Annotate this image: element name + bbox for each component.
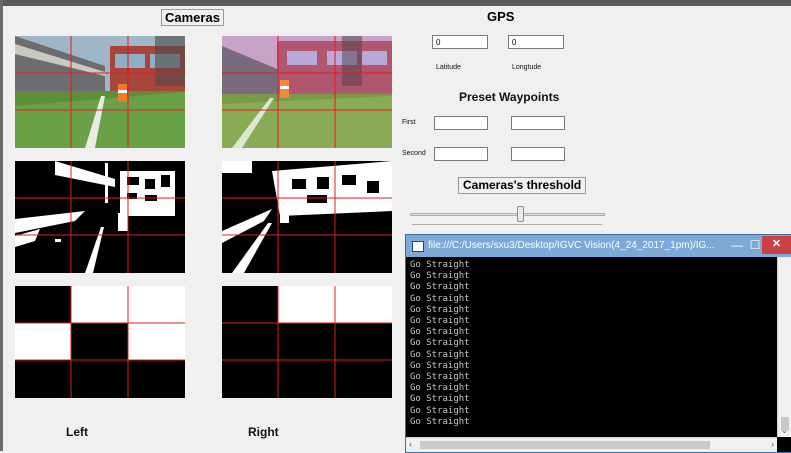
threshold-group-title: Cameras's threshold bbox=[458, 177, 587, 194]
console-line: Go Straight bbox=[410, 327, 470, 338]
console-vertical-scrollbar[interactable]: ⌄ bbox=[777, 257, 791, 437]
first-waypoint-label: First bbox=[402, 119, 416, 126]
left-camera-raw-image bbox=[15, 36, 185, 148]
console-horizontal-scrollbar[interactable]: ‹ › bbox=[406, 437, 777, 452]
latitude-input[interactable]: 0 bbox=[432, 35, 488, 49]
console-title-bar[interactable]: file:///C:/Users/sxu3/Desktop/IGVC Visio… bbox=[406, 235, 791, 257]
latitude-label: Latitude bbox=[436, 64, 461, 71]
second-waypoint-lat-input[interactable] bbox=[434, 147, 488, 161]
console-line: Go Straight bbox=[410, 349, 470, 360]
console-line: Go Straight bbox=[410, 316, 470, 327]
console-line: Go Straight bbox=[410, 304, 470, 315]
console-line: Go Straight bbox=[410, 405, 470, 416]
left-camera-occupancy-grid bbox=[15, 286, 185, 398]
left-camera-label: Left bbox=[66, 425, 88, 439]
scroll-left-icon[interactable]: ‹ bbox=[409, 439, 412, 449]
console-title-text: file:///C:/Users/sxu3/Desktop/IGVC Visio… bbox=[428, 240, 715, 251]
second-waypoint-label: Second bbox=[402, 150, 426, 157]
scroll-down-icon[interactable]: ⌄ bbox=[781, 426, 788, 435]
right-camera-threshold-image bbox=[222, 161, 392, 273]
console-line: Go Straight bbox=[410, 260, 470, 270]
horizontal-scroll-thumb[interactable] bbox=[420, 441, 710, 449]
right-camera-occupancy-grid bbox=[222, 286, 392, 398]
console-app-icon bbox=[412, 241, 424, 252]
window-left-border bbox=[0, 0, 3, 451]
gps-group-title: GPS bbox=[487, 9, 515, 24]
second-waypoint-lon-input[interactable] bbox=[511, 147, 565, 161]
console-line: Go Straight bbox=[410, 394, 470, 405]
right-camera-raw-image bbox=[222, 36, 392, 148]
right-camera-label: Right bbox=[248, 425, 279, 439]
console-line: Go Straight bbox=[410, 293, 470, 304]
window-top-border bbox=[0, 0, 791, 6]
scroll-right-icon[interactable]: › bbox=[771, 439, 774, 449]
threshold-slider-track[interactable] bbox=[410, 213, 605, 216]
threshold-slider-thumb[interactable] bbox=[517, 206, 525, 222]
console-output: Go Straight Go Straight Go Straight Go Stra… bbox=[410, 260, 776, 436]
console-line: Go Straight bbox=[410, 416, 470, 427]
console-line: Go Straight bbox=[410, 360, 470, 371]
console-line: Go Straight bbox=[410, 383, 470, 394]
longitude-label: Longtude bbox=[512, 64, 542, 71]
console-line: Go Straight bbox=[410, 271, 470, 282]
left-camera-threshold-image bbox=[15, 161, 185, 273]
minimize-icon[interactable]: — bbox=[728, 235, 746, 257]
preset-waypoints-title: Preset Waypoints bbox=[459, 90, 560, 104]
console-line: Go Straight bbox=[410, 282, 470, 293]
cameras-group-title: Cameras bbox=[161, 9, 224, 26]
longitude-input[interactable]: 0 bbox=[508, 35, 564, 49]
threshold-slider-ticks bbox=[412, 224, 602, 226]
console-window: file:///C:/Users/sxu3/Desktop/IGVC Visio… bbox=[405, 234, 791, 453]
console-line: Go Straight bbox=[410, 338, 470, 349]
close-icon[interactable]: ✕ bbox=[762, 236, 791, 254]
first-waypoint-lon-input[interactable] bbox=[511, 116, 565, 130]
console-line: Go Straight bbox=[410, 372, 470, 383]
first-waypoint-lat-input[interactable] bbox=[434, 116, 488, 130]
